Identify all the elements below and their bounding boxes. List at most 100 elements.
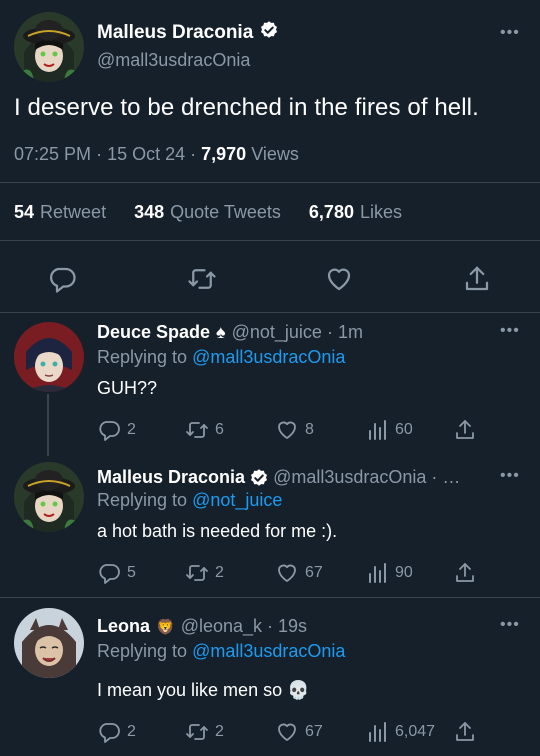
replying-prefix: Replying to: [97, 347, 188, 367]
retweets-count: 54: [14, 202, 35, 222]
reply-author-handle[interactable]: @mall3usdracOnia: [273, 467, 426, 488]
main-author-name[interactable]: Malleus Draconia: [97, 20, 279, 46]
views-button[interactable]: 6,047: [365, 720, 435, 744]
avatar-malleus[interactable]: [14, 462, 84, 532]
retweet-icon: [185, 561, 209, 585]
reply-time[interactable]: …: [442, 467, 460, 488]
view-count: 60: [395, 421, 413, 438]
quotes-label: Quote Tweets: [170, 202, 281, 222]
reply-time[interactable]: 1m: [338, 322, 363, 343]
reply-button[interactable]: 2: [97, 720, 136, 744]
views-icon: [365, 720, 389, 744]
retweets-label: Retweet: [40, 202, 107, 222]
retweet-count: 2: [215, 723, 224, 740]
retweet-count: 2: [215, 564, 224, 581]
retweet-button[interactable]: 6: [185, 418, 224, 442]
divider: [0, 597, 540, 598]
main-author-handle[interactable]: @mall3usdracOnia: [97, 50, 250, 71]
more-icon[interactable]: •••: [500, 322, 520, 340]
like-button[interactable]: 67: [275, 720, 323, 744]
retweet-count: 6: [215, 421, 224, 438]
likes-stat[interactable]: 6,780 Likes: [309, 202, 402, 222]
reply-count: 2: [127, 723, 136, 740]
reply-text: GUH??: [97, 378, 158, 398]
avatar-leona[interactable]: [14, 608, 84, 678]
divider: [0, 182, 540, 183]
share-icon[interactable]: [462, 264, 492, 294]
views-button[interactable]: 90: [365, 561, 413, 585]
likes-label: Likes: [359, 202, 402, 222]
views-button[interactable]: 60: [365, 418, 413, 442]
divider: [0, 240, 540, 241]
reply-actions: 5 2 67 90: [97, 561, 477, 585]
lion-emoji-icon: 🦁: [156, 618, 175, 636]
views-icon: [365, 418, 389, 442]
reply-actions: 2 6 8 60: [97, 418, 477, 442]
tweet-time[interactable]: 07:25 PM: [14, 144, 91, 164]
retweets-stat[interactable]: 54 Retweet: [14, 202, 106, 222]
views-count: 7,970: [201, 144, 247, 164]
main-tweet-actions: [0, 264, 540, 294]
quotes-count: 348: [134, 202, 165, 222]
quotes-stat[interactable]: 348 Quote Tweets: [134, 202, 281, 222]
like-icon: [275, 720, 299, 744]
reply-header: Malleus Draconia @mall3usdracOnia · …: [97, 467, 461, 488]
main-tweet-meta: 07:25 PM · 15 Oct 24 · 7,970 Views: [14, 144, 299, 164]
like-count: 67: [305, 723, 323, 740]
reply-actions: 2 2 67 6,047: [97, 720, 477, 744]
reply-icon: [97, 720, 121, 744]
replying-to: Replying to @mall3usdracOnia: [97, 641, 345, 662]
like-button[interactable]: 67: [275, 561, 323, 585]
share-icon[interactable]: [453, 561, 477, 585]
reply-header: Leona 🦁 @leona_k · 19s: [97, 616, 308, 637]
like-button[interactable]: 8: [275, 418, 314, 442]
reply-icon[interactable]: [47, 264, 77, 294]
replying-to-link[interactable]: @mall3usdracOnia: [192, 347, 345, 367]
like-icon: [275, 561, 299, 585]
reply-count: 5: [127, 564, 136, 581]
reply-time[interactable]: 19s: [278, 616, 307, 637]
reply-author-handle[interactable]: @not_juice: [232, 322, 322, 343]
reply-author-name[interactable]: Leona: [97, 616, 150, 637]
thread-line: [47, 394, 49, 456]
spade-icon: ♠: [216, 322, 226, 342]
view-count: 6,047: [395, 723, 436, 740]
skull-emoji-icon: 💀: [287, 680, 310, 700]
reply-author-name[interactable]: Deuce Spade: [97, 322, 210, 343]
share-icon[interactable]: [453, 418, 477, 442]
like-icon[interactable]: [324, 264, 354, 294]
retweet-icon: [185, 418, 209, 442]
main-author-name-text: Malleus Draconia: [97, 22, 254, 43]
like-count: 8: [305, 421, 314, 438]
more-icon[interactable]: •••: [500, 467, 520, 485]
reply-button[interactable]: 5: [97, 561, 136, 585]
replying-prefix: Replying to: [97, 490, 188, 510]
retweet-button[interactable]: 2: [185, 561, 224, 585]
replying-to-link[interactable]: @not_juice: [192, 490, 282, 510]
divider: [0, 312, 540, 313]
avatar-deuce[interactable]: [14, 322, 84, 392]
replying-to: Replying to @not_juice: [97, 490, 282, 511]
reply-icon: [97, 561, 121, 585]
reply-button[interactable]: 2: [97, 418, 136, 442]
engagement-stats: 54 Retweet 348 Quote Tweets 6,780 Likes: [14, 202, 402, 223]
reply-text: a hot bath is needed for me :).: [97, 521, 338, 541]
reply-author-name[interactable]: Malleus Draconia: [97, 467, 245, 488]
reply-count: 2: [127, 421, 136, 438]
more-icon[interactable]: •••: [500, 616, 520, 634]
replying-to-link[interactable]: @mall3usdracOnia: [192, 641, 345, 661]
views-icon: [365, 561, 389, 585]
replying-prefix: Replying to: [97, 641, 188, 661]
reply-author-handle[interactable]: @leona_k: [181, 616, 262, 637]
retweet-button[interactable]: 2: [185, 720, 224, 744]
reply-icon: [97, 418, 121, 442]
replying-to: Replying to @mall3usdracOnia: [97, 347, 345, 368]
more-icon[interactable]: •••: [500, 24, 520, 42]
reply-text-container: I mean you like men so 💀: [97, 680, 310, 701]
avatar-malleus[interactable]: [14, 12, 84, 82]
verified-badge-icon: [249, 468, 269, 488]
share-icon[interactable]: [453, 720, 477, 744]
tweet-date[interactable]: 15 Oct 24: [107, 144, 185, 164]
main-tweet-text: I deserve to be drenched in the fires of…: [14, 94, 479, 121]
retweet-icon[interactable]: [187, 264, 217, 294]
